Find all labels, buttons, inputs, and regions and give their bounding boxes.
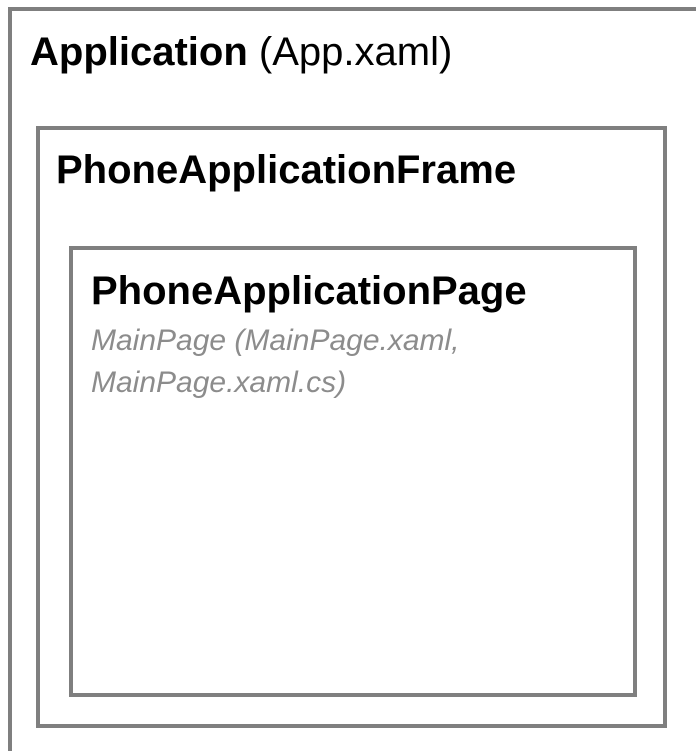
page-subtitle-line-1: MainPage (MainPage.xaml, [91,324,460,357]
application-title: Application (App.xaml) [30,29,452,75]
frame-title: PhoneApplicationFrame [56,148,517,192]
application-name: Application [30,30,248,74]
page-title: PhoneApplicationPage [91,269,527,313]
page-subtitle-line-2: MainPage.xaml.cs) [91,366,347,399]
page-subtitle: MainPage (MainPage.xaml, MainPage.xaml.c… [91,320,611,404]
phone-application-page-container: PhoneApplicationPage MainPage (MainPage.… [69,246,637,697]
application-file: (App.xaml) [258,30,453,74]
